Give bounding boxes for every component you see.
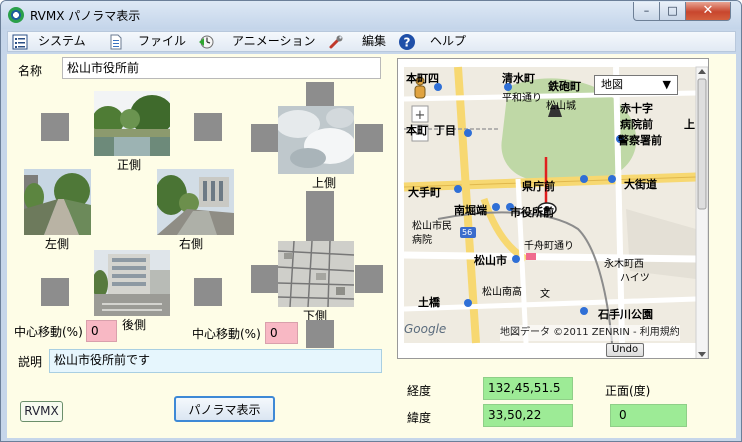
- front-right-arrow[interactable]: [194, 113, 222, 141]
- map-label-19: 千舟町通り: [524, 241, 574, 252]
- menu-animation-label: アニメーション: [232, 34, 316, 48]
- map-label-8: 本町: [406, 124, 428, 137]
- back-photo[interactable]: [94, 250, 170, 316]
- app-window: RVMX パノラマ表示 – □ ✕ システム ファイル アニメーション 編集 ?…: [0, 0, 742, 442]
- back-left-arrow[interactable]: [41, 278, 69, 306]
- map-type-select-value: 地図: [601, 78, 623, 91]
- map-label-14: 大街道: [624, 178, 657, 191]
- left-label: 左側: [45, 237, 70, 251]
- down-photo[interactable]: [278, 241, 354, 307]
- file-icon: [110, 34, 122, 50]
- front-left-arrow[interactable]: [41, 113, 69, 141]
- left-photo[interactable]: [24, 169, 91, 235]
- longitude-input[interactable]: 132,45,51.5: [483, 377, 573, 400]
- svg-text:+: +: [415, 108, 426, 123]
- back-right-arrow[interactable]: [194, 278, 222, 306]
- map-label-24: 土橋: [418, 296, 440, 309]
- map-label-10: 警察署前: [618, 134, 662, 147]
- map-label-4: 平和通り: [502, 93, 542, 104]
- right-label: 右側: [179, 237, 204, 251]
- minimize-button[interactable]: –: [633, 2, 660, 21]
- map-label-25: 松山南高: [482, 287, 522, 298]
- menu-system[interactable]: システム: [12, 32, 96, 51]
- wrench-icon: [329, 35, 343, 49]
- map-label-6: 病院前: [620, 118, 653, 131]
- front-label: 正側: [117, 158, 142, 172]
- google-logo: Google: [404, 322, 447, 336]
- map-type-select[interactable]: 地図 ▼: [594, 75, 678, 95]
- menu-edit-label: 編集: [362, 34, 387, 48]
- map-label-18: 市役所前: [510, 206, 554, 219]
- heading-label: 正面(度): [605, 384, 651, 398]
- map-label-20: 56: [462, 228, 473, 237]
- heading-input[interactable]: 0: [610, 404, 687, 427]
- menu-edit[interactable]: 編集: [328, 32, 390, 51]
- center-shift-input-1[interactable]: 0: [86, 320, 117, 342]
- map-label-1: 本町四: [406, 72, 439, 85]
- chevron-down-icon: ▼: [662, 78, 671, 91]
- map-panel[interactable]: + − 本町四 清水町 鉄砲町 平和通り 赤十字 病院前 松山城 本町 丁目 警…: [397, 58, 709, 359]
- down-left-arrow[interactable]: [251, 265, 279, 293]
- map-copyright: 地図データ ©2011 ZENRIN - 利用規約: [500, 325, 680, 341]
- app-eye-icon: [8, 7, 24, 23]
- back-label: 後側: [122, 318, 147, 332]
- main-panel: 名称 松山市役所前 正側 上側 左側 右側 下側 後側 中心移動(%) 0 中心…: [7, 54, 736, 438]
- svg-text:?: ?: [404, 36, 411, 50]
- right-photo[interactable]: [157, 169, 234, 235]
- desc-input[interactable]: 松山市役所前です: [49, 349, 382, 373]
- center-shift-input-2[interactable]: 0: [265, 322, 298, 344]
- up-photo[interactable]: [278, 106, 354, 174]
- longitude-label: 経度: [407, 384, 432, 398]
- title-bar: RVMX パノラマ表示 – □ ✕: [1, 1, 741, 29]
- down-bottom-arrow[interactable]: [306, 320, 334, 348]
- map-label-26: 文: [540, 289, 550, 300]
- map-undo-button[interactable]: Undo: [606, 343, 644, 357]
- map-label-27: 石手川公園: [598, 308, 653, 321]
- map-label-2: 清水町: [502, 72, 535, 85]
- menu-help-label: ヘルプ: [430, 34, 467, 48]
- menu-file-label: ファイル: [138, 34, 187, 48]
- name-input[interactable]: 松山市役所前: [62, 57, 381, 79]
- map-label-13: 県庁前: [522, 180, 555, 193]
- center-shift-label-1: 中心移動(%): [14, 325, 83, 339]
- map-label-3: 鉄砲町: [548, 80, 581, 93]
- up-right-arrow[interactable]: [355, 124, 383, 152]
- animation-icon: [199, 35, 214, 49]
- map-label-21: 松山市: [474, 254, 507, 267]
- map-label-17: 南堀端: [454, 204, 487, 217]
- map-label-11: 上: [684, 118, 695, 131]
- up-left-arrow[interactable]: [251, 124, 279, 152]
- front-photo[interactable]: [94, 91, 170, 156]
- maximize-button[interactable]: □: [659, 2, 686, 21]
- desc-label: 説明: [18, 355, 43, 369]
- system-icon: [12, 34, 28, 50]
- latitude-label: 緯度: [407, 411, 432, 425]
- rvmx-button[interactable]: RVMX: [20, 401, 63, 422]
- center-shift-label-2: 中心移動(%): [192, 327, 261, 341]
- menu-help[interactable]: ? ヘルプ: [398, 32, 470, 51]
- latitude-input[interactable]: 33,50,22: [483, 404, 573, 427]
- up-bottom-arrow[interactable]: [306, 191, 334, 219]
- map-label-7: 松山城: [546, 101, 576, 112]
- map-label-12: 大手町: [408, 186, 441, 199]
- map-label-9: 丁目: [434, 124, 456, 137]
- down-top-arrow[interactable]: [306, 216, 334, 244]
- window-title: RVMX パノラマ表示: [30, 9, 141, 23]
- menu-file[interactable]: ファイル: [108, 32, 192, 51]
- map-label-16: 病院: [412, 235, 432, 246]
- map-label-5: 赤十字: [620, 102, 653, 115]
- menu-bar: システム ファイル アニメーション 編集 ? ヘルプ: [7, 31, 736, 52]
- name-label: 名称: [18, 64, 43, 78]
- help-icon: ?: [399, 34, 415, 50]
- map-label-23: ハイツ: [620, 273, 650, 284]
- close-button[interactable]: ✕: [685, 2, 731, 21]
- menu-system-label: システム: [38, 34, 86, 48]
- panorama-display-button[interactable]: パノラマ表示: [174, 396, 275, 422]
- down-right-arrow[interactable]: [355, 265, 383, 293]
- menu-animation[interactable]: アニメーション: [198, 32, 322, 51]
- up-label: 上側: [312, 176, 337, 190]
